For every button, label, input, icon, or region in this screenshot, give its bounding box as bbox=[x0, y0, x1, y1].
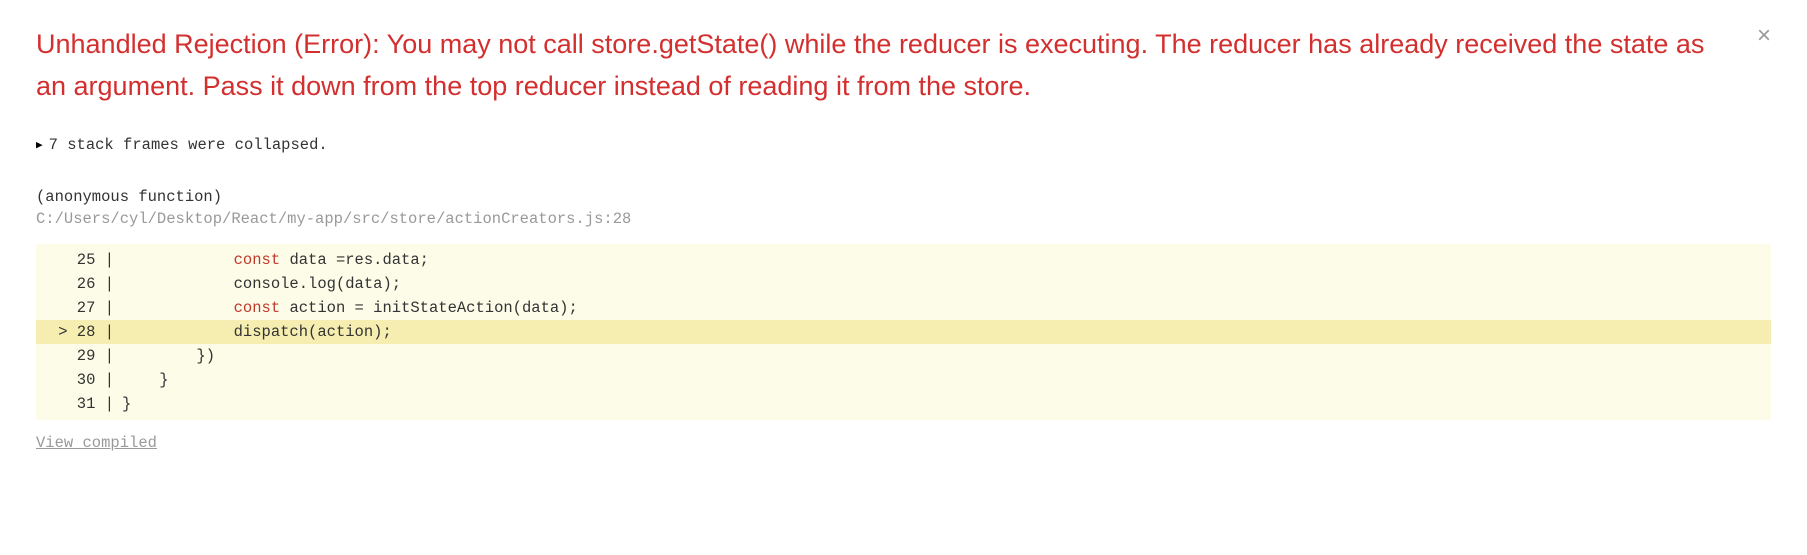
line-content: } bbox=[122, 392, 131, 416]
line-number: 31 | bbox=[36, 392, 122, 416]
line-content: const data =res.data; bbox=[122, 248, 429, 272]
collapsed-frames-text: 7 stack frames were collapsed. bbox=[49, 136, 328, 154]
code-line: 26 | console.log(data); bbox=[36, 272, 1771, 296]
error-title: Unhandled Rejection (Error): You may not… bbox=[36, 24, 1771, 108]
line-number: > 28 | bbox=[36, 320, 122, 344]
line-number: 26 | bbox=[36, 272, 122, 296]
file-path: C:/Users/cyl/Desktop/React/my-app/src/st… bbox=[36, 210, 1771, 228]
line-number: 25 | bbox=[36, 248, 122, 272]
line-number: 30 | bbox=[36, 368, 122, 392]
stack-frame-info: (anonymous function) C:/Users/cyl/Deskto… bbox=[36, 188, 1771, 228]
view-compiled-link[interactable]: View compiled bbox=[36, 434, 1771, 452]
code-line: > 28 | dispatch(action); bbox=[36, 320, 1771, 344]
close-button[interactable]: × bbox=[1757, 24, 1771, 48]
collapsed-frames-toggle[interactable]: ▶ 7 stack frames were collapsed. bbox=[36, 136, 1771, 154]
line-number: 29 | bbox=[36, 344, 122, 368]
line-content: dispatch(action); bbox=[122, 320, 392, 344]
code-line: 27 | const action = initStateAction(data… bbox=[36, 296, 1771, 320]
code-line: 29 | }) bbox=[36, 344, 1771, 368]
line-content: console.log(data); bbox=[122, 272, 401, 296]
code-line: 25 | const data =res.data; bbox=[36, 248, 1771, 272]
line-number: 27 | bbox=[36, 296, 122, 320]
triangle-right-icon: ▶ bbox=[36, 138, 43, 152]
code-line: 31 |} bbox=[36, 392, 1771, 416]
code-snippet: 25 | const data =res.data; 26 | console.… bbox=[36, 244, 1771, 420]
line-content: }) bbox=[122, 344, 215, 368]
line-content: } bbox=[122, 368, 169, 392]
line-content: const action = initStateAction(data); bbox=[122, 296, 578, 320]
function-name: (anonymous function) bbox=[36, 188, 1771, 206]
code-line: 30 | } bbox=[36, 368, 1771, 392]
